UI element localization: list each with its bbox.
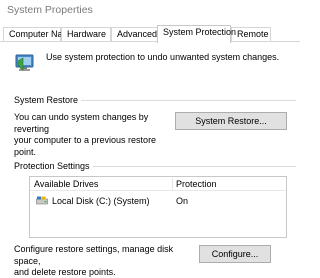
- tab-system-protection[interactable]: System Protection: [157, 25, 236, 43]
- drives-list[interactable]: Available Drives Protection Local Disk (…: [29, 176, 287, 238]
- tab-strip: Computer Name Hardware Advanced System P…: [0, 25, 300, 43]
- shield-computer-icon: [15, 54, 34, 71]
- protection-settings-group-label: Protection Settings: [14, 161, 93, 171]
- protection-settings-divider: [88, 166, 296, 167]
- drive-row[interactable]: Local Disk (C:) (System) On: [30, 195, 286, 207]
- tab-advanced[interactable]: Advanced: [111, 27, 158, 42]
- configure-description-line2: and delete restore points.: [14, 267, 116, 277]
- system-restore-group-label: System Restore: [14, 95, 82, 105]
- system-restore-button[interactable]: System Restore...: [175, 112, 287, 130]
- system-restore-description: You can undo system changes by reverting…: [14, 112, 174, 158]
- drive-name: Local Disk (C:) (System): [52, 196, 150, 206]
- column-separator: [172, 178, 173, 190]
- configure-button[interactable]: Configure...: [199, 245, 271, 263]
- system-restore-description-line1: You can undo system changes by reverting: [14, 112, 149, 134]
- configure-description: Configure restore settings, manage disk …: [14, 244, 194, 278]
- tab-computer-name[interactable]: Computer Name: [3, 27, 75, 42]
- column-header-available-drives[interactable]: Available Drives: [34, 179, 98, 189]
- column-header-protection[interactable]: Protection: [176, 179, 217, 189]
- system-restore-description-line2: your computer to a previous restore poin…: [14, 135, 157, 157]
- tab-panel: [0, 42, 300, 278]
- window-title: System Properties: [7, 4, 93, 16]
- local-disk-icon: [36, 196, 48, 205]
- configure-description-line1: Configure restore settings, manage disk …: [14, 244, 174, 266]
- title-bar: System Properties: [0, 0, 300, 22]
- drives-list-header: Available Drives Protection: [30, 177, 286, 191]
- tab-hardware[interactable]: Hardware: [61, 27, 111, 42]
- system-restore-divider: [60, 100, 296, 101]
- tab-remote[interactable]: Remote: [231, 27, 271, 42]
- drive-protection-status: On: [176, 196, 189, 206]
- intro-text: Use system protection to undo unwanted s…: [46, 52, 280, 62]
